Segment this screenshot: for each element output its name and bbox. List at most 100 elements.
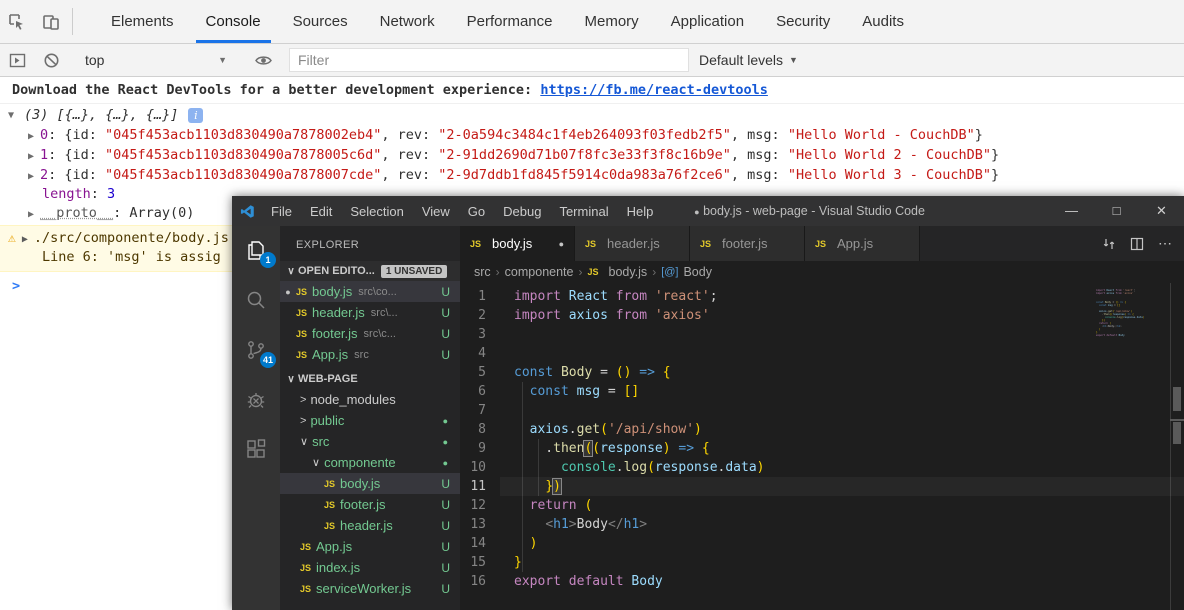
editor-tab-App-js[interactable]: JSApp.js: [805, 226, 920, 261]
tree-item-public[interactable]: >public●: [280, 410, 460, 431]
code-token: [569, 384, 577, 399]
devtools-tab-application[interactable]: Application: [655, 0, 760, 43]
eye-icon[interactable]: [246, 51, 280, 70]
clear-console-icon[interactable]: [34, 52, 68, 69]
code-line-7[interactable]: 7: [460, 401, 1184, 420]
tree-item-header-js[interactable]: JSheader.jsU: [280, 515, 460, 536]
expander-icon[interactable]: ▶: [22, 234, 34, 245]
device-toolbar-icon[interactable]: [34, 0, 68, 43]
file-name: body.js: [312, 284, 352, 299]
editor-tab-body-js[interactable]: JSbody.js●: [460, 226, 575, 261]
code-line-11[interactable]: 11 }): [460, 477, 1184, 496]
open-editor-item[interactable]: JSfooter.jssrc\c...U: [280, 323, 460, 344]
devtools-tab-console[interactable]: Console: [190, 0, 277, 43]
vscode-titlebar[interactable]: FileEditSelectionViewGoDebugTerminalHelp…: [232, 196, 1184, 226]
workspace-header[interactable]: ∨ WEB-PAGE: [280, 369, 460, 389]
tree-item-componente[interactable]: ∨componente●: [280, 452, 460, 473]
code-line-2[interactable]: 2import axios from 'axios': [460, 306, 1184, 325]
breadcrumb-item[interactable]: componente: [505, 265, 574, 279]
line-text: ): [500, 534, 1184, 553]
devtools-tab-performance[interactable]: Performance: [451, 0, 569, 43]
code-line-8[interactable]: 8 axios.get('/api/show'): [460, 420, 1184, 439]
tree-item-node_modules[interactable]: >node_modules: [280, 389, 460, 410]
code-line-9[interactable]: 9 .then((response) => {: [460, 439, 1184, 458]
open-editors-header[interactable]: ∨ OPEN EDITO... 1 UNSAVED: [280, 261, 460, 281]
tree-item-serviceWorker-js[interactable]: JSserviceWorker.jsU: [280, 578, 460, 599]
tree-item-footer-js[interactable]: JSfooter.jsU: [280, 494, 460, 515]
split-editor-icon[interactable]: [1130, 237, 1144, 251]
console-sidebar-icon[interactable]: [0, 52, 34, 69]
inspect-element-icon[interactable]: [0, 0, 34, 43]
line-text: return (: [500, 496, 1184, 515]
code-line-4[interactable]: 4: [460, 344, 1184, 363]
code-editor[interactable]: import React from 'react';import axios f…: [460, 283, 1184, 610]
tree-item-body-js[interactable]: JSbody.jsU: [280, 473, 460, 494]
breadcrumb-item[interactable]: body.js: [609, 265, 648, 279]
open-editor-item[interactable]: JSheader.jssrc\...U: [280, 302, 460, 323]
open-changes-icon[interactable]: [1102, 237, 1116, 251]
code-line-13[interactable]: 13 <h1>Body</h1>: [460, 515, 1184, 534]
editor-tab-footer-js[interactable]: JSfooter.js: [690, 226, 805, 261]
menu-debug[interactable]: Debug: [494, 204, 550, 219]
expander-icon[interactable]: ▶: [28, 151, 40, 162]
menu-selection[interactable]: Selection: [341, 204, 412, 219]
devtools-tab-elements[interactable]: Elements: [95, 0, 190, 43]
menu-terminal[interactable]: Terminal: [550, 204, 617, 219]
code-line-3[interactable]: 3: [460, 325, 1184, 344]
git-status-badge: U: [441, 306, 450, 320]
devtools-tab-audits[interactable]: Audits: [846, 0, 920, 43]
react-devtools-link[interactable]: https://fb.me/react-devtools: [540, 82, 768, 98]
console-object-row[interactable]: ▶2: {id: "045f453acb1103d830490a7878007c…: [0, 165, 1184, 185]
debug-icon[interactable]: [242, 386, 270, 414]
menu-view[interactable]: View: [413, 204, 459, 219]
editor-tab-header-js[interactable]: JSheader.js: [575, 226, 690, 261]
code-token: import: [514, 289, 561, 304]
code-line-1[interactable]: 1import React from 'react';: [460, 287, 1184, 306]
js-file-icon: JS: [300, 542, 311, 552]
breadcrumb-item[interactable]: Body: [683, 265, 712, 279]
maximize-button[interactable]: □: [1094, 203, 1139, 219]
console-object-row[interactable]: ▶1: {id: "045f453acb1103d830490a7878005c…: [0, 145, 1184, 165]
breadcrumb-item[interactable]: src: [474, 265, 491, 279]
open-editor-item[interactable]: ●JSbody.jssrc\co...U: [280, 281, 460, 302]
array-log-header[interactable]: ▼ (3) [{…}, {…}, {…}] i: [0, 104, 1184, 125]
menu-go[interactable]: Go: [459, 204, 494, 219]
tree-item-src[interactable]: ∨src●: [280, 431, 460, 452]
context-selector[interactable]: top ▼: [77, 52, 237, 68]
expander-icon[interactable]: ▶: [28, 171, 40, 182]
menu-edit[interactable]: Edit: [301, 204, 341, 219]
expander-icon[interactable]: ▶: [28, 209, 40, 220]
code-line-5[interactable]: 5const Body = () => {: [460, 363, 1184, 382]
console-object-row[interactable]: ▶0: {id: "045f453acb1103d830490a7878002e…: [0, 125, 1184, 145]
log-levels-dropdown[interactable]: Default levels ▼: [699, 52, 798, 68]
code-line-14[interactable]: 14 ): [460, 534, 1184, 553]
menu-file[interactable]: File: [262, 204, 301, 219]
info-icon[interactable]: i: [188, 108, 203, 123]
devtools-tab-security[interactable]: Security: [760, 0, 846, 43]
code-line-10[interactable]: 10 console.log(response.data): [460, 458, 1184, 477]
devtools-tab-sources[interactable]: Sources: [277, 0, 364, 43]
tree-item-App-js[interactable]: JSApp.jsU: [280, 536, 460, 557]
menu-help[interactable]: Help: [618, 204, 663, 219]
code-line-12[interactable]: 12 return (: [460, 496, 1184, 515]
code-line-15[interactable]: 15}: [460, 553, 1184, 572]
expander-icon[interactable]: ▼: [8, 110, 20, 121]
devtools-tab-memory[interactable]: Memory: [569, 0, 655, 43]
close-button[interactable]: ✕: [1139, 203, 1184, 219]
code-token: [514, 517, 545, 532]
more-actions-icon[interactable]: ⋯: [1158, 235, 1172, 252]
info-message-text: Download the React DevTools for a better…: [12, 82, 540, 98]
open-editor-item[interactable]: JSApp.jssrcU: [280, 344, 460, 365]
proto-value: : Array(0): [113, 205, 194, 221]
filter-input[interactable]: [289, 48, 689, 72]
extensions-icon[interactable]: [242, 436, 270, 464]
devtools-tab-network[interactable]: Network: [364, 0, 451, 43]
explorer-icon[interactable]: 1: [242, 236, 270, 264]
code-line-6[interactable]: 6 const msg = []: [460, 382, 1184, 401]
code-line-16[interactable]: 16export default Body: [460, 572, 1184, 591]
search-icon[interactable]: [242, 286, 270, 314]
source-control-icon[interactable]: 41: [242, 336, 270, 364]
expander-icon[interactable]: ▶: [28, 131, 40, 142]
tree-item-index-js[interactable]: JSindex.jsU: [280, 557, 460, 578]
minimize-button[interactable]: —: [1049, 203, 1094, 219]
